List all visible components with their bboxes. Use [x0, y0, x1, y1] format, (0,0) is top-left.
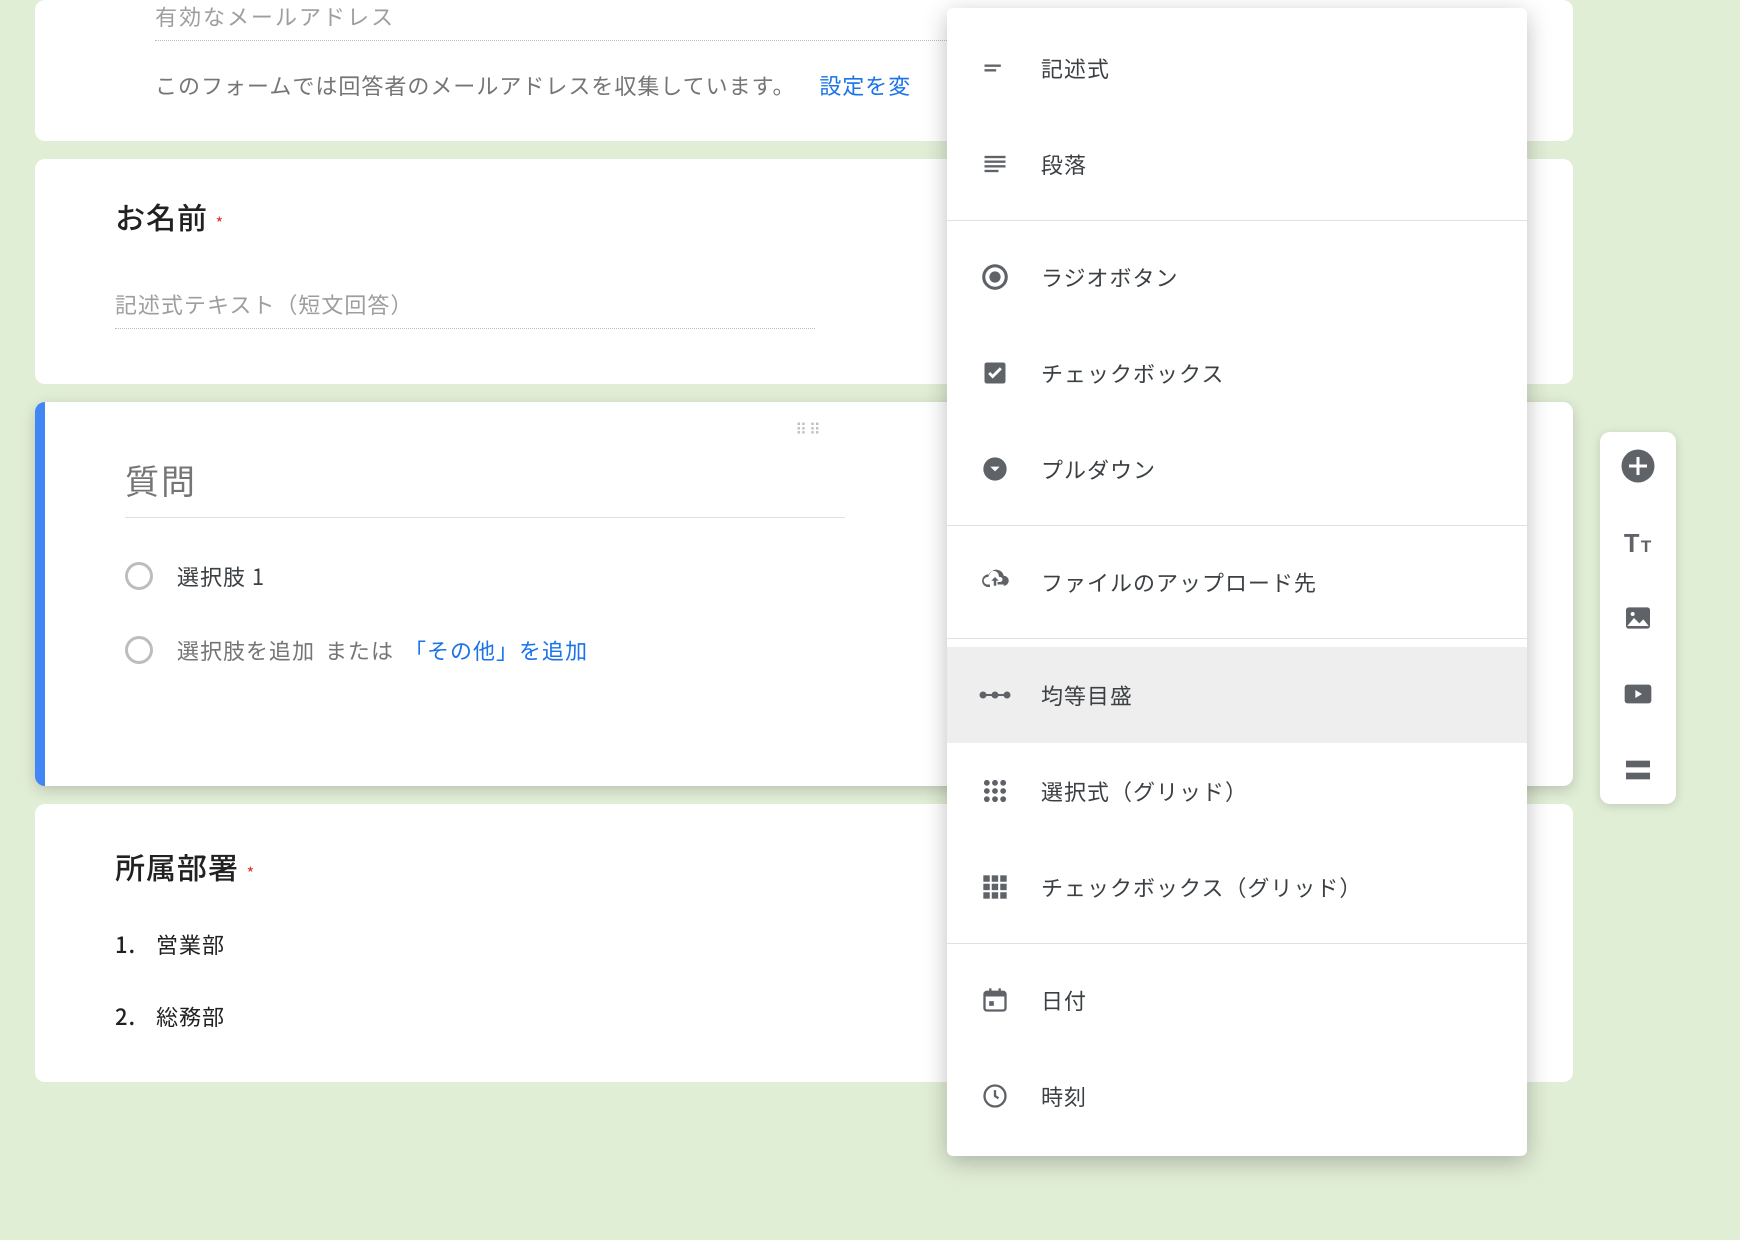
menu-item-checkbox[interactable]: チェックボックス — [947, 325, 1527, 421]
dropdown-icon — [977, 451, 1013, 487]
add-option-link[interactable]: 選択肢を追加 — [177, 634, 315, 666]
menu-item-label: ファイルのアップロード先 — [1041, 566, 1317, 598]
menu-item-label: チェックボックス — [1041, 357, 1224, 389]
menu-item-file-upload[interactable]: ファイルのアップロード先 — [947, 534, 1527, 630]
list-number: 2. — [115, 1000, 136, 1032]
collection-text: このフォームでは回答者のメールアドレスを収集しています。 — [155, 69, 795, 101]
add-video-button[interactable] — [1618, 674, 1658, 714]
add-image-button[interactable] — [1618, 598, 1658, 638]
calendar-icon — [977, 982, 1013, 1018]
option-1-label[interactable]: 選択肢 1 — [177, 560, 265, 592]
menu-item-label: 選択式（グリッド） — [1041, 775, 1248, 807]
radio-grid-icon — [977, 773, 1013, 809]
menu-separator — [947, 525, 1527, 526]
question-type-dropdown[interactable]: 記述式 段落 ラジオボタン チェックボックス プルダウン ファイルのアップロード… — [947, 8, 1527, 1156]
menu-item-label: 時刻 — [1041, 1080, 1087, 1112]
clock-icon — [977, 1078, 1013, 1114]
question-title-input[interactable] — [125, 448, 845, 518]
add-section-button[interactable] — [1618, 750, 1658, 790]
list-item-label: 総務部 — [156, 1000, 225, 1032]
add-question-button[interactable] — [1618, 446, 1658, 486]
short-text-icon — [977, 50, 1013, 86]
menu-item-label: チェックボックス（グリッド） — [1041, 871, 1362, 903]
linear-scale-icon — [977, 677, 1013, 713]
menu-item-paragraph[interactable]: 段落 — [947, 116, 1527, 212]
add-other-link[interactable]: 「その他」を追加 — [404, 634, 588, 666]
checkbox-icon — [977, 355, 1013, 391]
list-number: 1. — [115, 928, 136, 960]
svg-text:T: T — [1641, 537, 1652, 556]
menu-separator — [947, 220, 1527, 221]
menu-item-label: 記述式 — [1041, 52, 1110, 84]
question-title: お名前 — [115, 194, 208, 238]
short-answer-placeholder: 記述式テキスト（短文回答） — [115, 288, 815, 329]
settings-change-link[interactable]: 設定を変 — [819, 69, 911, 101]
required-indicator: * — [247, 860, 254, 884]
menu-item-label: ラジオボタン — [1041, 261, 1179, 293]
menu-item-checkbox-grid[interactable]: チェックボックス（グリッド） — [947, 839, 1527, 935]
floating-toolbar: TT — [1600, 432, 1676, 804]
menu-item-label: 段落 — [1041, 148, 1087, 180]
radio-icon — [125, 636, 153, 664]
list-item-label: 営業部 — [156, 928, 225, 960]
menu-item-time[interactable]: 時刻 — [947, 1048, 1527, 1144]
menu-item-radio-grid[interactable]: 選択式（グリッド） — [947, 743, 1527, 839]
menu-item-linear-scale[interactable]: 均等目盛 — [947, 647, 1527, 743]
cloud-upload-icon — [977, 564, 1013, 600]
menu-item-radio[interactable]: ラジオボタン — [947, 229, 1527, 325]
question-title: 所属部署 — [115, 844, 239, 888]
add-title-button[interactable]: TT — [1618, 522, 1658, 562]
menu-item-date[interactable]: 日付 — [947, 952, 1527, 1048]
menu-item-label: 日付 — [1041, 984, 1087, 1016]
menu-separator — [947, 638, 1527, 639]
menu-separator — [947, 943, 1527, 944]
menu-item-label: プルダウン — [1041, 453, 1156, 485]
menu-item-short-answer[interactable]: 記述式 — [947, 20, 1527, 116]
or-text: または — [325, 634, 394, 666]
menu-item-label: 均等目盛 — [1041, 679, 1133, 711]
checkbox-grid-icon — [977, 869, 1013, 905]
radio-button-icon — [977, 259, 1013, 295]
paragraph-icon — [977, 146, 1013, 182]
radio-icon — [125, 562, 153, 590]
svg-text:T: T — [1624, 530, 1640, 558]
menu-item-dropdown[interactable]: プルダウン — [947, 421, 1527, 517]
required-indicator: * — [216, 210, 223, 234]
